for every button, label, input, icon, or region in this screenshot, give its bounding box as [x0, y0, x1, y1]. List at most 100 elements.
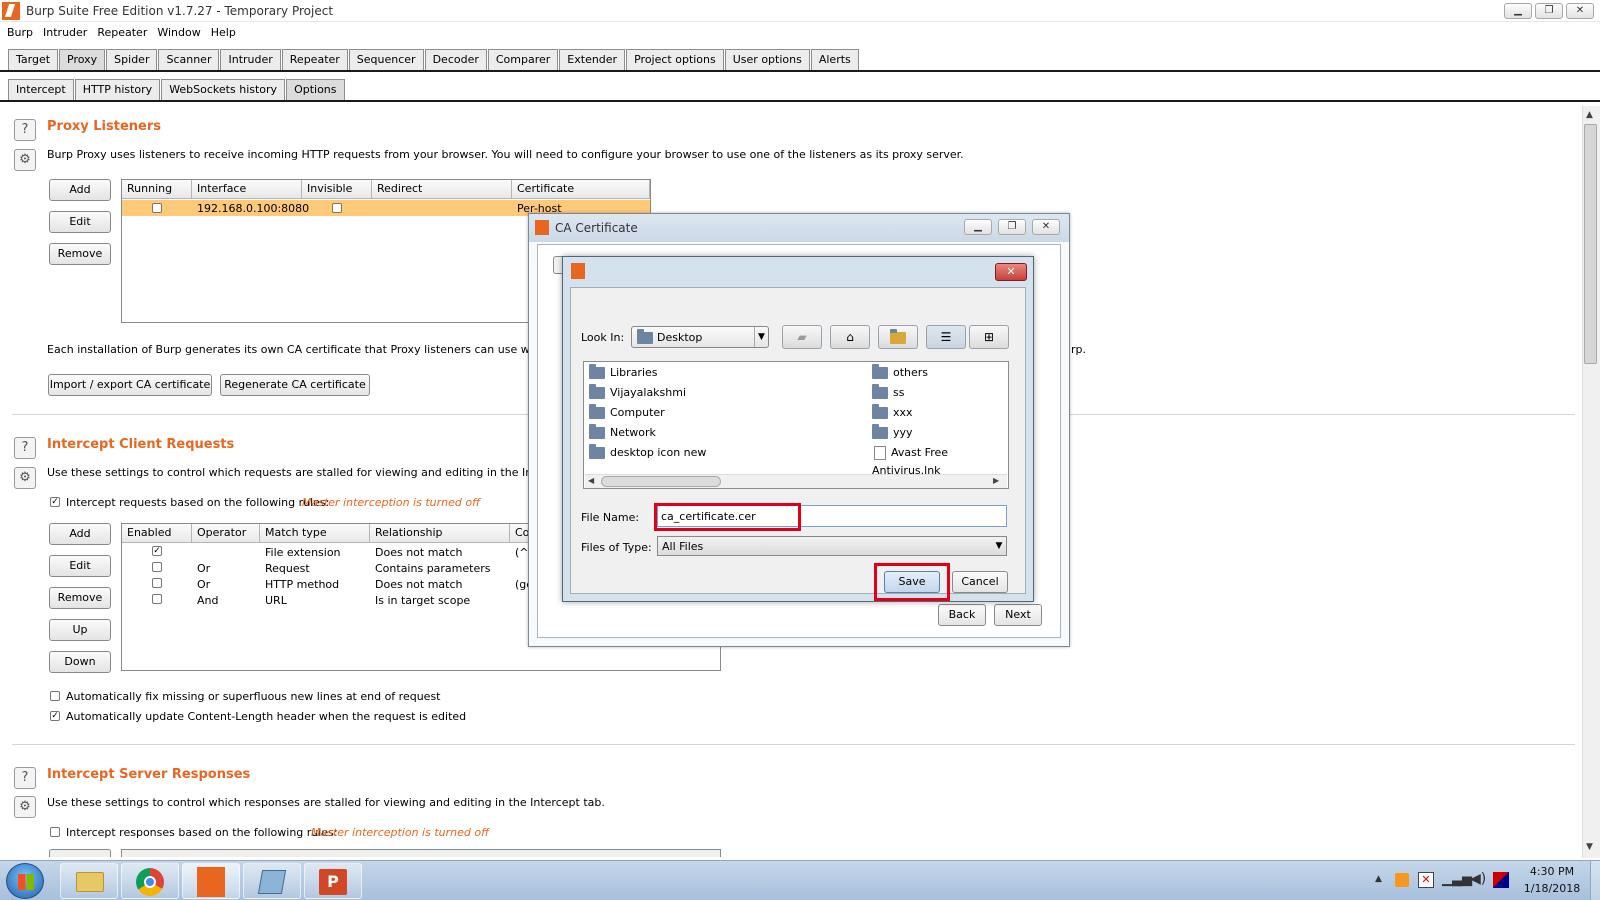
cancel-button[interactable]: Cancel	[952, 571, 1008, 593]
avast-tray-icon[interactable]	[1395, 873, 1409, 887]
running-checkbox[interactable]	[152, 203, 162, 213]
new-folder-icon[interactable]	[878, 325, 918, 349]
minimize-button[interactable]: ▁	[1504, 3, 1532, 19]
start-button[interactable]	[6, 863, 44, 899]
column-header[interactable]: Relationship	[370, 524, 510, 543]
gear-icon[interactable]: ⚙	[14, 796, 36, 818]
list-item[interactable]: others	[872, 364, 928, 382]
list-item[interactable]: xxx	[872, 404, 913, 422]
list-item[interactable]: ss	[872, 384, 904, 402]
help-icon[interactable]: ?	[14, 437, 36, 459]
column-header[interactable]: Match type	[260, 524, 370, 543]
tab-user-options[interactable]: User options	[724, 49, 810, 70]
back-button[interactable]: Back	[938, 604, 986, 626]
list-item[interactable]: Avast Free Antivirus.lnk	[872, 444, 1008, 477]
list-item[interactable]: Computer	[589, 404, 665, 422]
subtab-http-history[interactable]: HTTP history	[74, 79, 161, 100]
tab-proxy[interactable]: Proxy	[59, 49, 106, 70]
close-icon[interactable]: ✕	[995, 263, 1027, 281]
tab-extender[interactable]: Extender	[559, 49, 626, 70]
rule-enabled-checkbox[interactable]	[152, 594, 162, 604]
column-header[interactable]: Redirect	[372, 180, 512, 199]
list-item[interactable]: Vijayalakshmi	[589, 384, 686, 402]
response-add-button-partial[interactable]	[49, 849, 111, 857]
scroll-right-icon[interactable]: ▶	[993, 476, 999, 485]
flag-tray-icon[interactable]	[1493, 872, 1509, 888]
column-header[interactable]: Interface	[192, 180, 302, 199]
file-explorer-icon[interactable]	[60, 863, 118, 899]
invisible-checkbox[interactable]	[332, 203, 342, 213]
rule-up-button[interactable]: Up	[49, 619, 111, 641]
intercept-responses-checkbox[interactable]	[50, 827, 60, 837]
intercept-requests-checkbox[interactable]: ✓	[50, 497, 60, 507]
regenerate-ca-button[interactable]: Regenerate CA certificate	[220, 374, 370, 396]
rule-enabled-checkbox[interactable]	[152, 562, 162, 572]
gear-icon[interactable]: ⚙	[14, 467, 36, 489]
column-header[interactable]: Certificate	[512, 180, 650, 199]
column-header[interactable]: Running	[122, 180, 192, 199]
update-length-checkbox[interactable]: ✓	[50, 711, 60, 721]
close-button[interactable]: ✕	[1566, 3, 1594, 19]
close-button[interactable]: ✕	[1032, 219, 1060, 235]
tab-project-options[interactable]: Project options	[626, 49, 724, 70]
home-icon[interactable]: ⌂	[830, 325, 870, 349]
chevron-down-icon[interactable]: ▼	[754, 327, 768, 347]
scroll-left-icon[interactable]: ◀	[588, 476, 594, 485]
scrollbar-thumb[interactable]	[1584, 124, 1597, 364]
list-item[interactable]: desktop icon new	[589, 444, 706, 462]
help-icon[interactable]: ?	[14, 767, 36, 789]
import-export-ca-button[interactable]: Import / export CA certificate	[48, 374, 212, 396]
powerpoint-icon[interactable]: P	[304, 863, 362, 899]
listener-remove-button[interactable]: Remove	[49, 243, 111, 265]
listener-add-button[interactable]: Add	[49, 179, 111, 201]
tab-comparer[interactable]: Comparer	[487, 49, 559, 70]
rule-add-button[interactable]: Add	[49, 523, 111, 545]
gear-icon[interactable]: ⚙	[14, 149, 36, 171]
column-header[interactable]: Enabled	[122, 524, 192, 543]
files-of-type-select[interactable]: All Files ▼	[657, 536, 1007, 556]
list-view-icon[interactable]: ☰	[926, 325, 966, 349]
look-in-select[interactable]: Desktop ▼	[631, 326, 769, 348]
chevron-down-icon[interactable]: ▼	[992, 537, 1006, 555]
rule-remove-button[interactable]: Remove	[49, 587, 111, 609]
scroll-up-icon[interactable]: ▲	[1586, 110, 1593, 120]
tab-repeater[interactable]: Repeater	[281, 49, 348, 70]
menu-repeater[interactable]: Repeater	[90, 24, 150, 39]
volume-icon[interactable]: ◀)	[1470, 871, 1486, 887]
maximize-button[interactable]: ❐	[1535, 3, 1563, 19]
tab-alerts[interactable]: Alerts	[810, 49, 859, 70]
list-item[interactable]: yyy	[872, 424, 913, 442]
subtab-options[interactable]: Options	[286, 79, 345, 100]
tab-intruder[interactable]: Intruder	[220, 49, 281, 70]
listener-edit-button[interactable]: Edit	[49, 211, 111, 233]
next-button[interactable]: Next	[994, 604, 1042, 626]
rule-down-button[interactable]: Down	[49, 651, 111, 673]
subtab-websockets-history[interactable]: WebSockets history	[161, 79, 286, 100]
list-item[interactable]: Libraries	[589, 364, 658, 382]
chrome-icon[interactable]	[121, 863, 179, 899]
tab-sequencer[interactable]: Sequencer	[348, 49, 424, 70]
rule-enabled-checkbox[interactable]	[152, 578, 162, 588]
up-folder-icon[interactable]: ▰	[782, 325, 822, 349]
tab-decoder[interactable]: Decoder	[424, 49, 487, 70]
scroll-down-icon[interactable]: ▼	[1586, 842, 1593, 852]
show-desktop-button[interactable]	[1590, 861, 1600, 900]
horizontal-scrollbar[interactable]: ◀ ▶	[585, 474, 1007, 488]
menu-burp[interactable]: Burp	[0, 24, 36, 39]
column-header[interactable]: Invisible	[302, 180, 372, 199]
clock-time[interactable]: 4:30 PM	[1520, 865, 1584, 878]
tab-spider[interactable]: Spider	[106, 49, 158, 70]
clock-date[interactable]: 1/18/2018	[1520, 882, 1584, 895]
tab-scanner[interactable]: Scanner	[158, 49, 220, 70]
fix-newlines-checkbox[interactable]	[50, 691, 60, 701]
notepad-icon[interactable]	[243, 863, 301, 899]
help-icon[interactable]: ?	[14, 119, 36, 141]
action-center-icon[interactable]: ✕	[1418, 872, 1434, 888]
menu-intruder[interactable]: Intruder	[36, 24, 90, 39]
column-header[interactable]: Operator	[192, 524, 260, 543]
network-signal-icon[interactable]: ▁▃▅	[1442, 872, 1472, 887]
subtab-intercept[interactable]: Intercept	[8, 79, 74, 100]
rule-edit-button[interactable]: Edit	[49, 555, 111, 577]
maximize-button[interactable]: ❐	[998, 219, 1026, 235]
tab-target[interactable]: Target	[8, 49, 59, 70]
